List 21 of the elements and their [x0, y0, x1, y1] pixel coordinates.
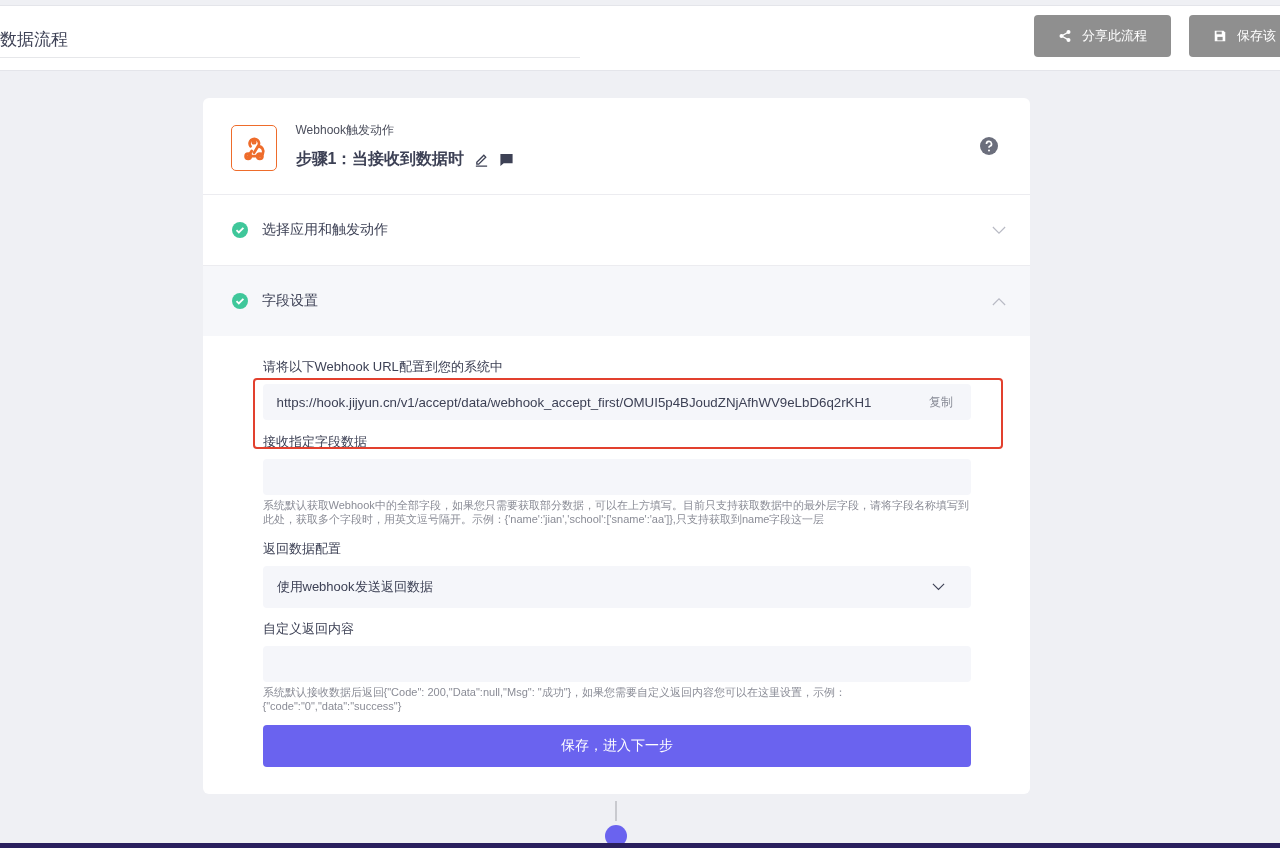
flow-title[interactable]: 数据流程 [0, 30, 68, 49]
url-text: https://hook.jijyun.cn/v1/accept/data/webhook_accept_first/OMUI5p4BJoudZNjAfhWV9eLbD6q2rKH1 [276, 394, 873, 410]
save-next-button[interactable]: 保存，进入下一步 [262, 725, 971, 767]
field-label: 自定义返回内容 [262, 620, 355, 638]
app-name: Webhook触发动作 [295, 122, 395, 139]
webhook-logo-icon [230, 125, 277, 171]
edit-icon[interactable] [474, 152, 490, 167]
step-title: 步骤1：当接收到数据时 [295, 149, 465, 169]
section-header[interactable]: 字段设置 [202, 266, 1030, 336]
comment-icon[interactable] [499, 152, 515, 167]
url-field[interactable]: https://hook.jijyun.cn/v1/accept/data/webhook_accept_first/OMUI5p4BJoudZNjAfhWV9eLbD6q2rKH1 复制 [262, 384, 971, 420]
chevron-down-icon [931, 583, 945, 591]
dropdown[interactable]: 使用webhook发送返回数据 [262, 566, 971, 608]
field-label: 请将以下Webhook URL配置到您的系统中 [262, 358, 504, 376]
hint-text: 系统默认获取Webhook中的全部字段，如果您只需要获取部分数据，可以在上方填写。目前只支持获取数据中的最外层字段，请将字段名称填写到此处，获取多个字段时，用英文逗号隔开。示例：{'name':'jian','school':['sname':'aa']},只支持获取到name字段这一层 [262, 498, 970, 526]
hint-text: 系统默认接收数据后返回{"Code": 200,"Data":null,"Msg": "成功"}，如果您需要自定义返回内容您可以在这里设置，示例：{"code":"0","data":"success"} [262, 685, 848, 713]
chevron-down-icon [991, 225, 1006, 235]
field-label: 返回数据配置 [262, 540, 342, 558]
share-icon [1058, 29, 1072, 43]
chevron-up-icon [991, 296, 1006, 306]
help-icon[interactable] [979, 137, 998, 155]
